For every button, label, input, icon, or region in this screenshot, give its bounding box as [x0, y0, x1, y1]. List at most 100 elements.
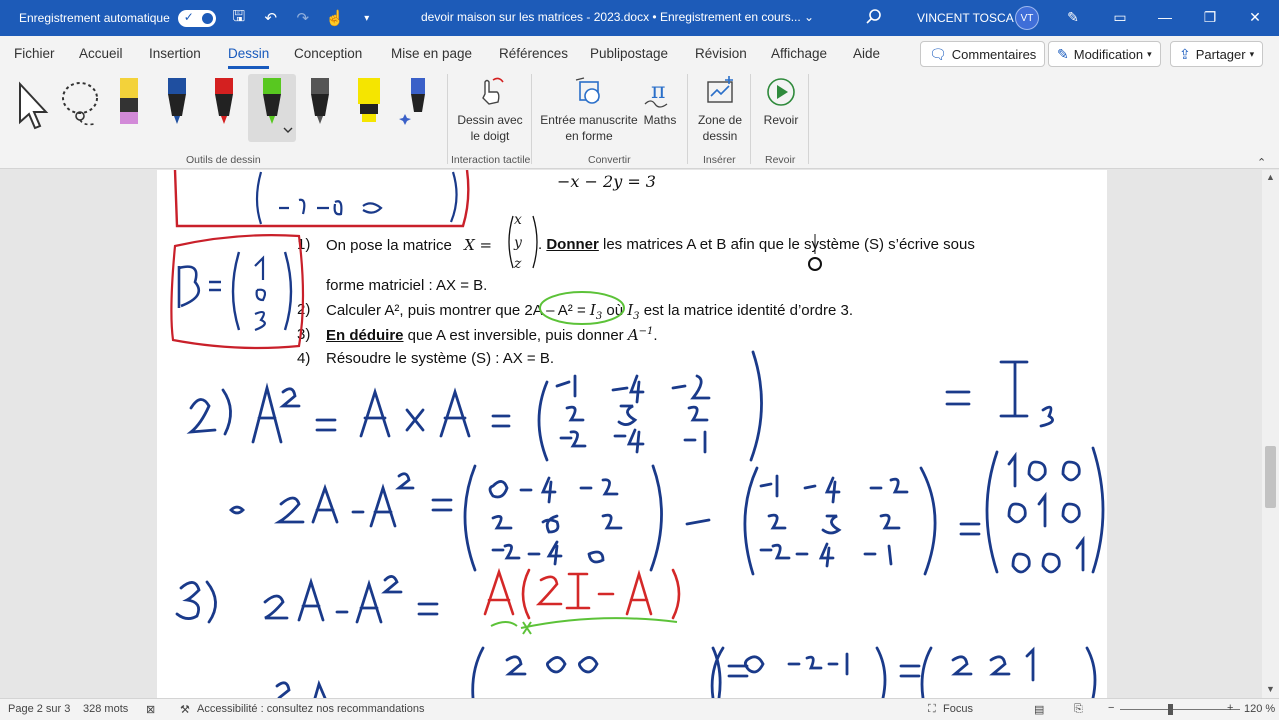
finger-draw-icon [482, 77, 504, 105]
zoom-level[interactable]: 120 % [1244, 703, 1275, 715]
pen-yellow-pink-icon[interactable] [112, 74, 146, 142]
ink-line-3 [175, 575, 439, 624]
highlighter-yellow-icon[interactable] [352, 74, 386, 142]
ink-line-2 [186, 350, 1054, 462]
focus-label[interactable]: Focus [943, 703, 973, 715]
ink-to-shape-icon [575, 77, 600, 104]
pencil-icon: ✎ [1057, 45, 1069, 62]
share-icon: ⇪ [1179, 45, 1191, 62]
avatar[interactable]: VT [1015, 6, 1039, 30]
finger-draw-label-2: le doigt [470, 129, 510, 143]
ink-green-underline [490, 617, 678, 635]
zoom-slider-track[interactable] [1120, 709, 1240, 710]
tab-mise-en-page[interactable]: Mise en page [391, 46, 472, 61]
drawing-canvas-icon [707, 76, 733, 103]
zoom-slider-thumb[interactable] [1168, 704, 1173, 715]
pen-red-icon[interactable] [207, 74, 241, 142]
math-icon: π [644, 79, 668, 108]
action-pen-icon[interactable] [399, 74, 433, 142]
tab-dessin[interactable]: Dessin [228, 46, 270, 69]
vertical-scrollbar[interactable]: ▲ ▼ [1262, 170, 1279, 698]
focus-icon[interactable]: ⛶ [928, 703, 936, 716]
ink-to-math-button[interactable]: π Maths [640, 74, 680, 128]
restore-icon[interactable]: ❐ [1200, 7, 1220, 27]
save-icon[interactable]: 🖫 [230, 6, 248, 31]
tab-fichier[interactable]: Fichier [14, 46, 55, 61]
replay-icon [767, 78, 795, 106]
editing-label: Modification [1073, 46, 1144, 62]
zoom-in-icon[interactable]: + [1227, 702, 1233, 714]
scroll-thumb[interactable] [1265, 446, 1276, 508]
ribbon-display-icon[interactable]: ▭ [1110, 7, 1130, 27]
scroll-down-icon[interactable]: ▼ [1266, 684, 1275, 694]
ink-to-shape-label-1: Entrée manuscrite [540, 113, 638, 127]
tab-publipostage[interactable]: Publipostage [590, 46, 668, 61]
minimize-icon[interactable]: — [1155, 7, 1175, 27]
tab-conception[interactable]: Conception [294, 46, 362, 61]
svg-text:π: π [651, 79, 665, 104]
scroll-up-icon[interactable]: ▲ [1266, 172, 1275, 182]
select-cursor-icon[interactable] [14, 74, 54, 142]
ribbon-tabs: Fichier Accueil Insertion Dessin Concept… [0, 36, 1279, 70]
group-label-convert: Convertir [588, 154, 631, 166]
autosave-label: Enregistrement automatique [19, 11, 170, 25]
share-label: Partager [1195, 46, 1246, 62]
comments-label: Commentaires [951, 46, 1037, 62]
autosave-toggle[interactable]: ✓ [177, 9, 216, 27]
lasso-select-icon[interactable] [58, 74, 106, 142]
document-title[interactable]: devoir maison sur les matrices - 2023.do… [421, 10, 814, 24]
print-layout-icon[interactable]: ▤ [1034, 703, 1044, 716]
red-box-matrix-a [173, 170, 470, 228]
document-page[interactable]: −x − 2y = 3 1) On pose la matrice X = x … [157, 170, 1107, 698]
pen-green-icon [263, 78, 293, 133]
draw-with-finger-button[interactable]: Dessin avec le doigt [455, 74, 525, 144]
comments-button[interactable]: 🗨 Commentaires [920, 41, 1046, 67]
red-box-matrix-b [170, 234, 305, 350]
proofing-icon[interactable]: ⊠ [146, 703, 155, 716]
user-name[interactable]: VINCENT TOSCA [917, 11, 1014, 25]
redo-icon[interactable]: ↷ [294, 9, 312, 27]
collapse-ribbon-icon[interactable]: ⌃ [1257, 156, 1266, 169]
separator [447, 74, 448, 164]
tab-revision[interactable]: Révision [695, 46, 747, 61]
editing-mode-button[interactable]: ✎ Modification ▾ [1048, 41, 1161, 67]
word-count[interactable]: 328 mots [83, 703, 128, 715]
pen-blue-icon[interactable] [160, 74, 194, 142]
separator [808, 74, 809, 164]
tab-aide[interactable]: Aide [853, 46, 880, 61]
search-icon[interactable] [864, 7, 884, 27]
accessibility-status[interactable]: Accessibilité : consultez nos recommanda… [197, 703, 424, 715]
group-label-drawing-tools: Outils de dessin [186, 154, 261, 166]
separator [531, 74, 532, 164]
tab-references[interactable]: Références [499, 46, 568, 61]
group-label-insert: Insérer [703, 154, 736, 166]
ink-red-factor [483, 567, 681, 620]
math-label: Maths [643, 113, 677, 127]
drawing-canvas-button[interactable]: Zone de dessin [694, 74, 746, 144]
ink-line-2b [229, 446, 1105, 576]
web-layout-icon[interactable]: ⎘ [1074, 703, 1083, 716]
separator [687, 74, 688, 164]
customize-qat-icon[interactable]: ▾ [358, 13, 376, 24]
pen-icon[interactable]: ✎ [1063, 7, 1083, 27]
ink-to-shape-button[interactable]: Entrée manuscrite en forme [540, 74, 638, 144]
handwritten-ink-layer [170, 170, 1105, 698]
ink-line-bottom [275, 646, 1097, 698]
tab-accueil[interactable]: Accueil [79, 46, 123, 61]
title-bar: Enregistrement automatique ✓ 🖫 ↶ ↷ ☝ ▾ d… [0, 0, 1279, 36]
pen-green-selected[interactable] [248, 74, 296, 142]
share-button[interactable]: ⇪ Partager ▾ [1170, 41, 1264, 67]
ink-replay-button[interactable]: Revoir [758, 74, 804, 128]
page-count[interactable]: Page 2 sur 3 [8, 703, 70, 715]
status-bar: Page 2 sur 3 328 mots ⊠ ⚒ Accessibilité … [0, 698, 1279, 720]
touch-mode-icon[interactable]: ☝ [326, 9, 345, 27]
pen-gray-icon[interactable] [303, 74, 337, 142]
tab-affichage[interactable]: Affichage [771, 46, 827, 61]
close-icon[interactable]: ✕ [1245, 7, 1265, 27]
canvas-label-1: Zone de [697, 113, 743, 127]
zoom-out-icon[interactable]: − [1108, 702, 1114, 714]
accessibility-icon[interactable]: ⚒ [180, 703, 190, 716]
tab-insertion[interactable]: Insertion [149, 46, 201, 61]
undo-icon[interactable]: ↶ [262, 9, 280, 27]
separator [750, 74, 751, 164]
